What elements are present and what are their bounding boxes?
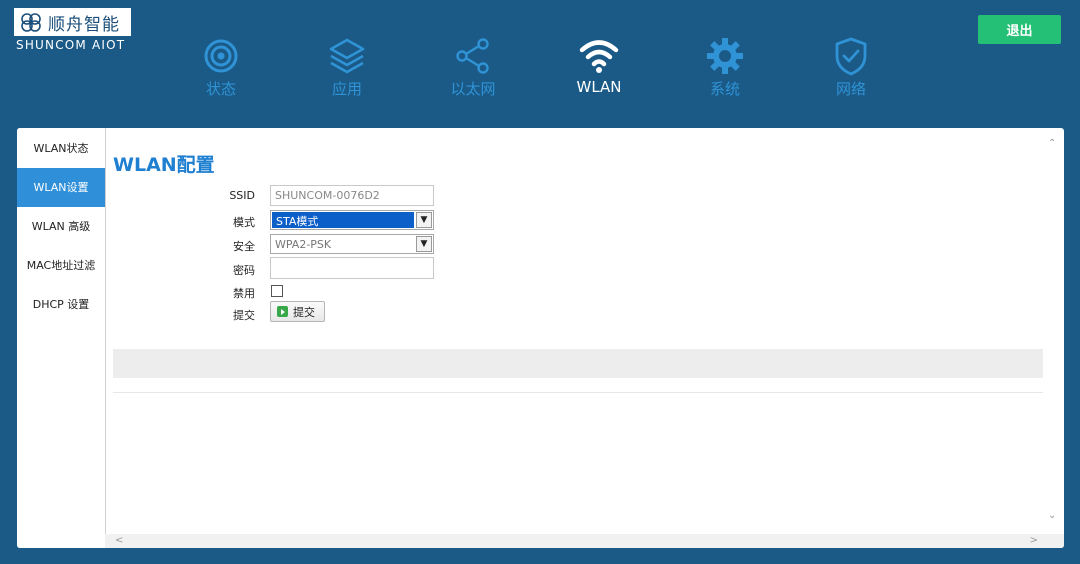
nav-label: 网络	[835, 80, 866, 98]
security-select-value: WPA2-PSK	[275, 238, 332, 251]
nav-apps[interactable]: 应用	[302, 36, 392, 99]
password-label: 密码	[233, 264, 255, 277]
brand-name-cn: 顺舟智能	[48, 14, 120, 35]
security-select[interactable]: WPA2-PSK ▼	[270, 234, 434, 254]
scroll-up-icon[interactable]: ⌃	[1048, 138, 1056, 149]
layers-icon	[329, 38, 365, 74]
brand-name-en: SHUNCOM AIOT	[16, 38, 126, 52]
sidebar-item-wlan-settings[interactable]: WLAN设置	[17, 168, 105, 207]
disable-checkbox[interactable]	[271, 285, 283, 297]
nav-network[interactable]: 网络	[806, 36, 896, 99]
logo-box: 顺舟智能	[14, 8, 131, 36]
brand-mark-icon	[21, 13, 41, 32]
submit-button-label: 提交	[293, 305, 315, 319]
chevron-down-icon: ▼	[416, 236, 432, 252]
sidebar-item-wlan-status[interactable]: WLAN状态	[17, 129, 105, 168]
scroll-down-icon[interactable]: ⌄	[1048, 510, 1056, 521]
horizontal-scrollbar[interactable]: < >	[105, 534, 1064, 548]
disable-label: 禁用	[233, 287, 255, 300]
nav-label: 系统	[709, 80, 740, 98]
nav-system[interactable]: 系统	[680, 36, 770, 99]
brand-logo: 顺舟智能 SHUNCOM AIOT	[14, 8, 134, 52]
sidebar-item-mac-filter[interactable]: MAC地址过滤	[17, 246, 105, 285]
ssid-input[interactable]: SHUNCOM-0076D2	[270, 185, 434, 206]
nav-label: 状态	[205, 80, 236, 98]
security-label: 安全	[233, 240, 255, 253]
scroll-right-icon[interactable]: >	[1030, 535, 1038, 546]
divider	[113, 392, 1043, 393]
share-network-icon	[456, 38, 489, 74]
submit-button[interactable]: 提交	[270, 301, 325, 322]
sidebar-item-wlan-advanced[interactable]: WLAN 高级	[17, 207, 105, 246]
signal-icon	[204, 39, 238, 73]
logout-button[interactable]: 退出	[978, 15, 1061, 44]
submit-label: 提交	[233, 309, 255, 322]
page-title: WLAN配置	[113, 154, 215, 176]
chevron-down-icon: ▼	[416, 212, 432, 228]
mode-select[interactable]: STA模式 ▼	[270, 210, 434, 230]
scroll-left-icon[interactable]: <	[115, 535, 123, 546]
content-area: WLAN配置 SSID SHUNCOM-0076D2 模式 STA模式 ▼ 安全…	[113, 128, 1064, 548]
password-input[interactable]	[270, 257, 434, 279]
mode-label: 模式	[233, 216, 255, 229]
sidebar: WLAN状态 WLAN设置 WLAN 高级 MAC地址过滤 DHCP 设置	[17, 128, 106, 548]
nav-label: WLAN	[576, 78, 622, 96]
gear-icon	[707, 38, 743, 74]
ssid-label: SSID	[229, 189, 255, 202]
shield-check-icon	[835, 37, 867, 76]
wifi-icon	[579, 40, 619, 73]
nav-label: 以太网	[450, 80, 496, 98]
sidebar-item-dhcp[interactable]: DHCP 设置	[17, 285, 105, 324]
play-icon	[277, 306, 288, 317]
nav-ethernet[interactable]: 以太网	[428, 36, 518, 99]
nav-label: 应用	[331, 80, 362, 98]
mode-select-value: STA模式	[276, 215, 319, 228]
main-panel: WLAN状态 WLAN设置 WLAN 高级 MAC地址过滤 DHCP 设置 WL…	[17, 128, 1064, 548]
status-bar	[113, 349, 1043, 378]
nav-wlan[interactable]: WLAN	[554, 36, 644, 96]
vertical-scrollbar[interactable]: ⌃ ⌄	[1044, 128, 1064, 534]
nav-status[interactable]: 状态	[176, 36, 266, 99]
